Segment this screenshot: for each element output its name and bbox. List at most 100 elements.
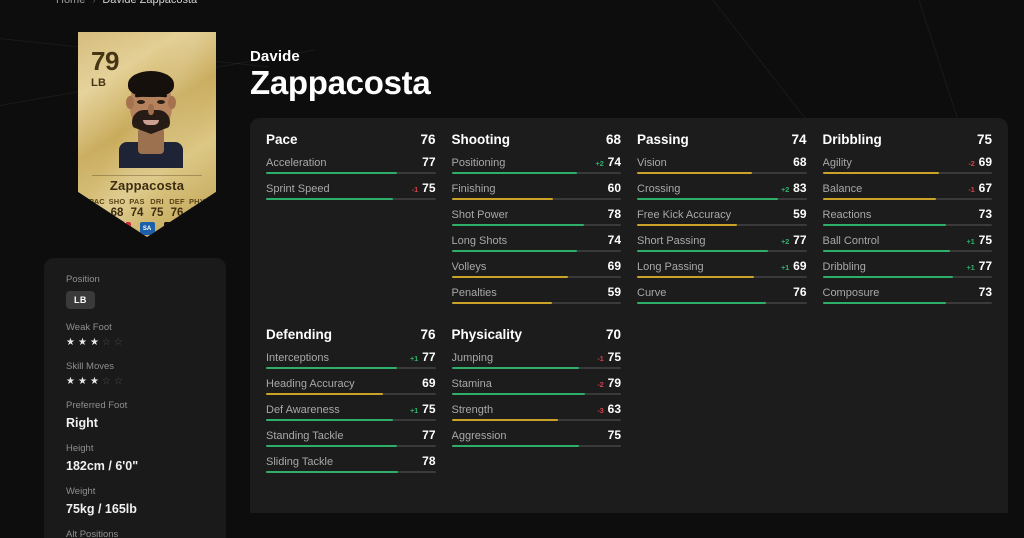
info-skill-moves-label: Skill Moves <box>66 361 115 372</box>
player-info-panel: Position LB Weak Foot ★ ★ ★ ☆ ☆ Skill Moves … <box>44 258 226 538</box>
stat-row: Positioning +2 74 <box>451 155 621 174</box>
stat-group-defending: Defending 76 Interceptions +1 77 Heading Accu… <box>266 327 436 480</box>
weak-foot-star: ☆ <box>101 337 111 348</box>
stat-name: Volleys <box>451 261 487 273</box>
stat-value: 73 <box>978 285 992 299</box>
stat-row: Free Kick Accuracy 59 <box>637 207 807 226</box>
stat-row: Def Awareness +1 75 <box>266 402 436 421</box>
stat-row: Long Passing +1 69 <box>637 259 807 278</box>
stat-name: Agility <box>822 157 852 169</box>
skill-moves-rating: ★ ★ ★ ☆ ☆ <box>66 377 204 387</box>
stat-delta: -1 <box>597 354 604 363</box>
stat-name: Reactions <box>822 209 872 221</box>
stat-bar-track <box>451 419 621 421</box>
stat-bar-track <box>451 302 621 304</box>
stat-value: 69 <box>978 155 992 169</box>
card-stat-value: 76 <box>90 207 104 219</box>
stat-bar-track <box>266 393 436 395</box>
card-stat-label: PAC <box>89 197 105 206</box>
stat-delta: +2 <box>780 237 790 246</box>
info-weak-foot-label: Weak Foot <box>66 322 112 333</box>
card-stat-label: DEF <box>169 197 185 206</box>
stat-bar-track <box>266 172 436 174</box>
stat-row: Long Shots 74 <box>451 233 621 252</box>
stat-delta: +2 <box>595 159 604 168</box>
stat-value: 77 <box>422 350 436 364</box>
stat-group-physicality: Physicality 70 Jumping -1 75 Stamina -2 79 Stren… <box>451 327 621 480</box>
info-position-chip[interactable]: LB <box>66 291 95 309</box>
chevron-right-icon: › <box>92 0 96 5</box>
stat-bar-track <box>822 302 992 304</box>
stat-bar-track <box>451 367 621 369</box>
stat-name: Interceptions <box>266 352 329 364</box>
stat-bar-fill <box>451 445 579 447</box>
stat-bar-fill <box>637 276 754 278</box>
stat-delta: +1 <box>966 263 975 272</box>
stat-bar-fill <box>451 198 554 200</box>
card-stat-pac: PAC 76 <box>87 197 107 219</box>
stat-bar-track <box>451 250 621 252</box>
stat-bar-fill <box>266 471 399 473</box>
stat-bar-track <box>637 172 807 174</box>
stat-value: 73 <box>978 207 992 221</box>
stat-bar-fill <box>822 276 953 278</box>
stat-row: Heading Accuracy 69 <box>266 376 436 395</box>
card-stat-label: DRI <box>150 197 164 206</box>
card-stat-summary: PAC 76 SHO 68 PAS 74 DRI 75 DEF 76 PHY 70 <box>87 197 207 219</box>
stat-bar-fill <box>266 172 397 174</box>
stat-row: Acceleration 77 <box>266 155 436 174</box>
stat-bar-fill <box>266 198 394 200</box>
stat-bar-fill <box>822 172 940 174</box>
stat-bar-fill <box>637 198 778 200</box>
stat-value: 69 <box>422 376 436 390</box>
stat-bar-fill <box>266 367 397 369</box>
decorative-line <box>689 0 814 129</box>
stat-delta: +1 <box>780 263 790 272</box>
player-first-name: Davide <box>250 48 300 65</box>
card-position: LB <box>91 77 107 89</box>
card-stat-label: PAS <box>129 197 145 206</box>
card-player-name: Zappacosta <box>109 178 185 193</box>
stat-delta: -3 <box>597 406 604 415</box>
stat-bar-track <box>451 393 621 395</box>
stat-bar-fill <box>451 276 569 278</box>
stat-group-name: Dribbling <box>822 132 882 147</box>
stat-name: Crossing <box>637 183 681 195</box>
stat-group-pace: Pace 76 Acceleration 77 Sprint Speed -1 75 <box>266 132 436 311</box>
stat-row: Finishing 60 <box>451 181 621 200</box>
stat-row: Curve 76 <box>637 285 807 304</box>
breadcrumb-home-link[interactable]: Home <box>56 0 85 6</box>
stat-row: Jumping -1 75 <box>451 350 621 369</box>
stat-bar-track <box>822 250 992 252</box>
league-logo-icon: SA <box>139 222 155 235</box>
stat-name: Dribbling <box>822 261 866 273</box>
stat-row: Agility -2 69 <box>822 155 992 174</box>
info-height-value: 182cm / 6'0" <box>66 459 139 473</box>
stat-bar-track <box>266 445 436 447</box>
stat-value: 75 <box>422 181 436 195</box>
stat-value: 77 <box>793 233 807 247</box>
stat-bar-track <box>637 224 807 226</box>
stat-bar-fill <box>637 302 766 304</box>
card-stat-value: 74 <box>130 207 144 219</box>
card-stat-label: SHO <box>108 197 126 206</box>
weak-foot-star: ★ <box>77 337 87 348</box>
stat-row: Dribbling +1 77 <box>822 259 992 278</box>
player-card[interactable]: 79 LB Zappacosta PAC 76 SHO 68 PAS 74 DRI 75 DEF… <box>78 32 216 237</box>
stat-bar-fill <box>451 172 577 174</box>
stat-bar-track <box>451 198 621 200</box>
stat-row: Penalties 59 <box>451 285 621 304</box>
stat-name: Vision <box>637 157 667 169</box>
stat-group-name: Passing <box>637 132 689 147</box>
stat-group-passing: Passing 74 Vision 68 Crossing +2 83 Free Kick A… <box>637 132 807 311</box>
card-stat-label: PHY <box>188 197 206 206</box>
stat-name: Finishing <box>451 183 496 195</box>
stat-value: 69 <box>793 259 807 273</box>
stat-bar-track <box>822 172 992 174</box>
stat-group-header: Shooting 68 <box>452 132 622 147</box>
stat-name: Sprint Speed <box>266 183 330 195</box>
card-stat-phy: PHY 70 <box>187 197 207 219</box>
stat-bar-fill <box>266 393 383 395</box>
stat-row: Interceptions +1 77 <box>266 350 436 369</box>
breadcrumb-current: Davide Zappacosta <box>102 0 198 6</box>
